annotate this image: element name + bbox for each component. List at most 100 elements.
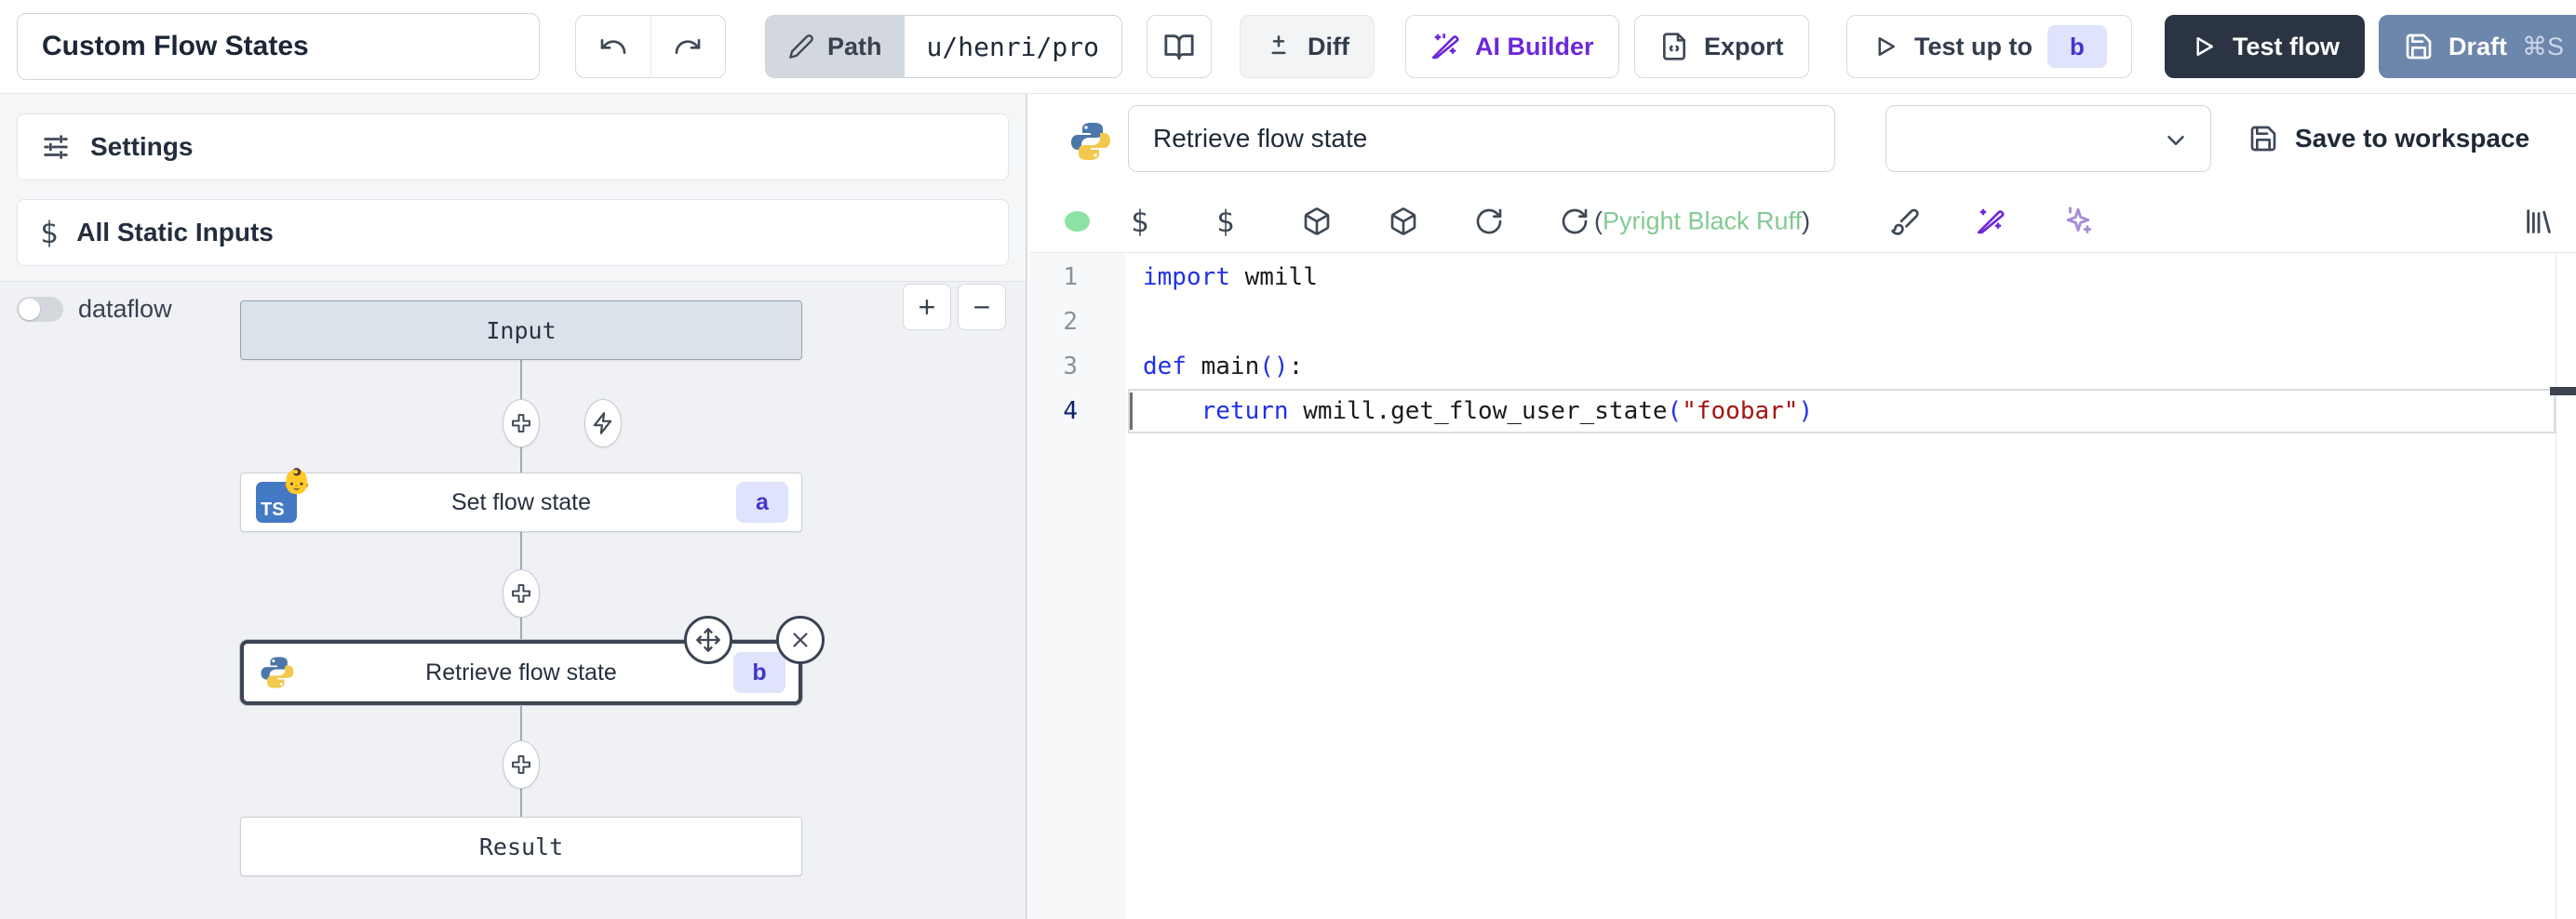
draft-shortcut: ⌘S: [2522, 33, 2564, 61]
ai-builder-button[interactable]: AI Builder: [1405, 15, 1619, 78]
ai-builder-label: AI Builder: [1475, 33, 1594, 61]
draft-save-button[interactable]: Draft ⌘S: [2379, 15, 2576, 78]
line-number: 1: [1029, 255, 1126, 300]
test-up-to-step-badge: b: [2047, 25, 2107, 68]
top-toolbar: Path u/henri/pro Diff AI Builder Export …: [0, 0, 2576, 94]
save-to-workspace-button[interactable]: Save to workspace: [2248, 105, 2529, 172]
ai-wand-icon[interactable]: [1976, 206, 2006, 236]
book-open-icon: [1163, 31, 1195, 62]
flow-graph[interactable]: dataflow + − Input TS 👶 Set flow state a: [0, 281, 1026, 919]
flow-title-field[interactable]: [17, 13, 540, 80]
all-static-inputs-row[interactable]: $ All Static Inputs: [17, 199, 1009, 266]
wand-sparkles-icon: [1430, 32, 1460, 61]
save-icon: [2404, 32, 2434, 61]
sliders-icon: [40, 131, 72, 163]
dataflow-toggle[interactable]: [17, 297, 63, 322]
test-up-to-label: Test up to: [1914, 33, 2033, 61]
diff-label: Diff: [1308, 33, 1349, 61]
diff-icon: [1265, 33, 1293, 60]
export-label: Export: [1704, 33, 1784, 61]
flow-title-input[interactable]: [18, 31, 539, 62]
overview-ruler-cursor-mark: [2550, 387, 2576, 395]
dollar-icon[interactable]: $: [1216, 204, 1234, 239]
settings-row[interactable]: Settings: [17, 113, 1009, 180]
draft-label: Draft: [2449, 33, 2507, 61]
input-node-label: Input: [486, 317, 556, 344]
code-assistants-status: (Pyright Black Ruff): [1594, 207, 1810, 236]
sparkles-icon[interactable]: [2062, 206, 2094, 237]
path-control[interactable]: Path u/henri/pro: [765, 15, 1122, 78]
python-icon: [1068, 119, 1113, 164]
redo-button[interactable]: [651, 16, 726, 77]
language-select[interactable]: [1885, 105, 2211, 172]
dataflow-toggle-row: dataflow: [17, 295, 172, 324]
dollar-icon[interactable]: $: [1131, 204, 1148, 239]
settings-label: Settings: [90, 132, 193, 162]
add-step-button[interactable]: [503, 569, 540, 618]
step-name-field[interactable]: [1128, 105, 1835, 172]
step-node-a[interactable]: TS 👶 Set flow state a: [240, 473, 802, 532]
path-label: Path: [827, 33, 882, 61]
pencil-icon: [788, 33, 814, 60]
delete-step-button[interactable]: [776, 616, 825, 664]
play-icon: [1872, 33, 1899, 60]
plus-cross-icon: [513, 585, 530, 602]
path-button[interactable]: Path: [766, 16, 905, 77]
zoom-in-button[interactable]: +: [903, 284, 951, 330]
line-number: 3: [1029, 344, 1126, 389]
code-line[interactable]: [1143, 300, 2576, 344]
add-step-button[interactable]: [503, 399, 540, 447]
undo-redo-group: [575, 15, 726, 78]
test-flow-label: Test flow: [2233, 33, 2340, 61]
input-node[interactable]: Input: [240, 300, 802, 360]
test-up-to-button[interactable]: Test up to b: [1846, 15, 2132, 78]
code-line[interactable]: def main():: [1143, 344, 2576, 389]
code-line[interactable]: import wmill: [1143, 255, 2576, 300]
code-lines[interactable]: import wmill def main(): return wmill.ge…: [1126, 253, 2576, 433]
step-a-label: Set flow state: [241, 489, 801, 516]
add-step-button[interactable]: [503, 740, 540, 789]
step-a-badge: a: [736, 482, 788, 523]
all-static-inputs-label: All Static Inputs: [76, 218, 274, 247]
plus-cross-icon: [513, 415, 530, 432]
format-brush-icon[interactable]: [1890, 206, 1920, 236]
test-flow-button[interactable]: Test flow: [2165, 15, 2365, 78]
step-editor-panel: Save to workspace $ $ (Pyright Black Ruf…: [1029, 94, 2576, 919]
status-dot: [1065, 211, 1090, 232]
zoom-out-button[interactable]: −: [958, 284, 1006, 330]
dollar-icon: $: [40, 215, 58, 250]
add-trigger-button[interactable]: [584, 399, 622, 447]
line-numbers: 1234: [1029, 253, 1126, 919]
line-number: 2: [1029, 300, 1126, 344]
step-b-badge: b: [733, 652, 785, 693]
move-step-button[interactable]: [684, 616, 732, 664]
play-icon: [2190, 33, 2218, 60]
code-line[interactable]: return wmill.get_flow_user_state("foobar…: [1143, 389, 2576, 433]
zap-icon: [591, 411, 615, 435]
chevron-down-icon: [2162, 127, 2190, 154]
refresh-icon[interactable]: [1474, 206, 1504, 236]
code-editor[interactable]: 1234 import wmill def main(): return wmi…: [1029, 253, 2576, 919]
step-name-input[interactable]: [1129, 106, 1834, 171]
package-icon[interactable]: [1302, 206, 1332, 236]
toggle-knob: [19, 299, 40, 320]
library-panel-icon[interactable]: [2523, 206, 2555, 237]
docs-button[interactable]: [1147, 15, 1212, 78]
package-icon[interactable]: [1389, 206, 1418, 236]
line-number: 4: [1029, 389, 1126, 433]
result-node-label: Result: [479, 833, 563, 860]
text-cursor: [1130, 393, 1133, 430]
plus-cross-icon: [513, 756, 530, 773]
redo-icon: [673, 32, 703, 61]
editor-toolbar: $ $ (Pyright Black Ruff): [1029, 191, 2576, 253]
undo-button[interactable]: [576, 16, 651, 77]
flow-sidebar: Settings $ All Static Inputs dataflow + …: [0, 94, 1027, 919]
undo-icon: [598, 32, 628, 61]
refresh-icon[interactable]: [1560, 206, 1590, 236]
result-node[interactable]: Result: [240, 817, 802, 876]
diff-button[interactable]: Diff: [1240, 15, 1375, 78]
export-button[interactable]: Export: [1634, 15, 1809, 78]
save-icon: [2248, 124, 2278, 153]
dataflow-label: dataflow: [78, 295, 172, 324]
path-value[interactable]: u/henri/pro: [905, 16, 1121, 77]
